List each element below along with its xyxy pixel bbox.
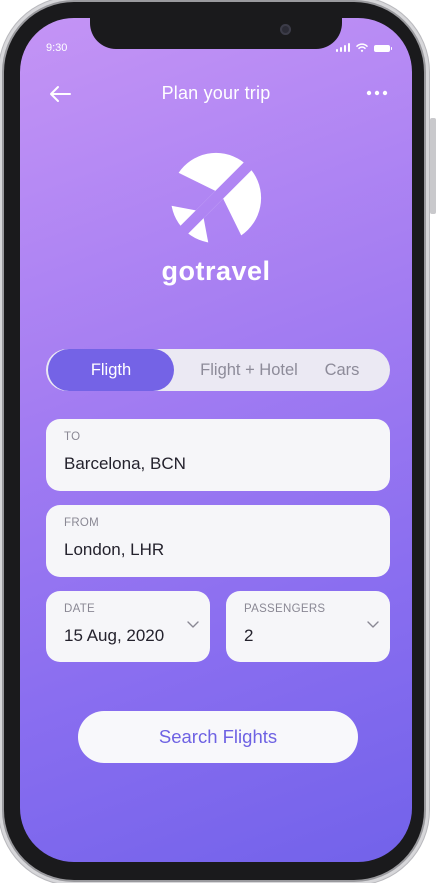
from-value[interactable]: London, LHR [64, 540, 164, 560]
date-dropdown[interactable]: DATE 15 Aug, 2020 [46, 591, 210, 662]
brand-name: gotravel [161, 256, 271, 286]
battery-icon [374, 45, 392, 52]
chevron-down-icon[interactable] [186, 619, 200, 629]
passengers-value[interactable]: 2 [244, 626, 253, 646]
date-value[interactable]: 15 Aug, 2020 [64, 626, 164, 646]
from-field[interactable]: FROM London, LHR [46, 505, 390, 577]
tab-flight[interactable]: Fligth [48, 349, 174, 391]
tab-cars[interactable]: Cars [318, 349, 366, 391]
search-flights-button[interactable]: Search Flights [78, 711, 358, 763]
page-title: Plan your trip [161, 83, 271, 103]
power-button [430, 118, 436, 214]
chevron-down-icon[interactable] [366, 619, 380, 629]
date-label: DATE [64, 603, 96, 615]
wifi-icon [356, 43, 368, 52]
trip-type-tabs: Fligth Flight + Hotel Cars [46, 349, 390, 391]
ellipsis-icon[interactable] [364, 85, 390, 101]
from-label: FROM [64, 517, 100, 529]
camera-icon [280, 24, 291, 35]
to-field[interactable]: TO Barcelona, BCN [46, 419, 390, 491]
signal-icon [335, 43, 350, 52]
passengers-dropdown[interactable]: PASSENGERS 2 [226, 591, 390, 662]
app-screen: 9:30 Plan your trip gotravel Fligth Flig… [20, 18, 412, 862]
notch [90, 18, 342, 49]
passengers-label: PASSENGERS [244, 603, 326, 615]
tab-flight-hotel[interactable]: Flight + Hotel [182, 349, 316, 391]
status-icons [335, 43, 392, 52]
status-time: 9:30 [46, 42, 68, 54]
to-value[interactable]: Barcelona, BCN [64, 454, 186, 474]
airplane-circle-icon [170, 152, 262, 244]
to-label: TO [64, 431, 81, 443]
